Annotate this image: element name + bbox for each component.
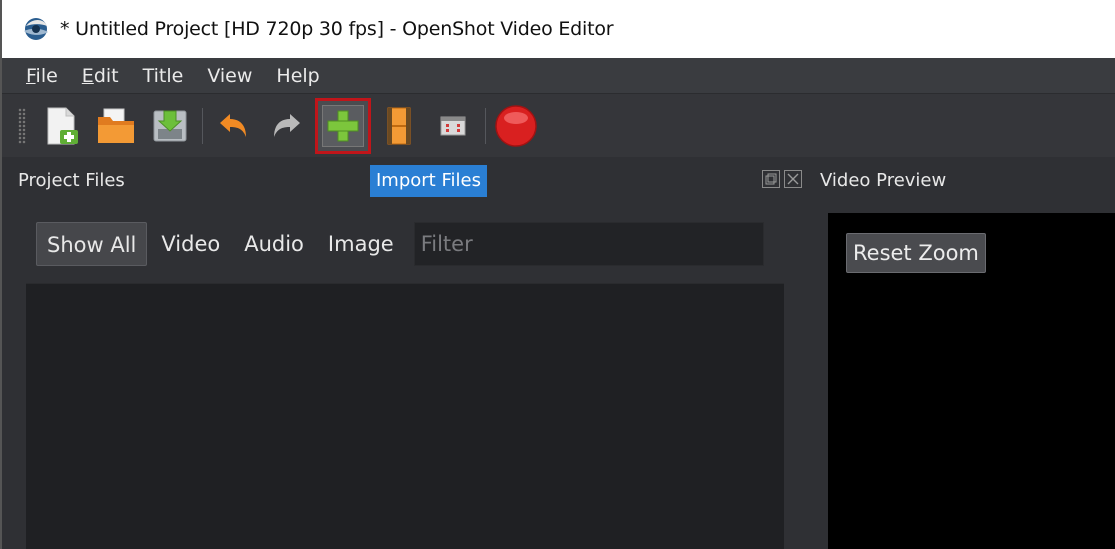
menu-file[interactable]: File [26,65,58,87]
reset-zoom-button[interactable]: Reset Zoom [846,233,986,273]
import-files-button[interactable] [315,97,371,154]
project-files-title: Project Files [18,169,125,191]
float-icon [765,173,777,185]
undo-icon [220,113,246,137]
toolbar-separator [485,107,486,144]
filter-image-button[interactable]: Image [318,222,404,266]
save-project-button[interactable] [148,104,192,148]
fullscreen-button[interactable] [431,104,475,148]
toolbar-separator [202,107,203,144]
window-title: * Untitled Project [HD 720p 30 fps] - Op… [60,18,614,40]
import-files-button-face [322,104,364,147]
float-dock-button[interactable] [762,170,780,188]
openshot-logo-icon [24,18,48,40]
menu-title[interactable]: Title [143,65,184,87]
video-preview-title: Video Preview [820,169,947,191]
record-button[interactable] [494,104,538,148]
import-files-tooltip: Import Files [370,165,487,197]
project-files-dock: Project Files Show All Video Audio Image… [0,157,808,549]
profile-icon [387,107,411,144]
close-dock-button[interactable] [784,170,802,188]
video-preview-header: Video Preview [808,157,1115,203]
file-filter-row: Show All Video Audio Image [36,221,764,267]
close-icon [787,173,799,185]
video-preview-canvas[interactable]: Reset Zoom [828,213,1115,549]
open-project-icon [98,108,134,143]
openshot-window: * Untitled Project [HD 720p 30 fps] - Op… [0,0,1115,549]
open-project-button[interactable] [94,104,138,148]
record-icon [495,104,537,147]
menu-help[interactable]: Help [276,65,319,87]
menu-bar: File Edit Title View Help [0,58,1115,94]
project-files-list[interactable] [26,283,784,549]
choose-profile-button[interactable] [377,104,421,148]
undo-button[interactable] [211,104,255,148]
fullscreen-icon [440,116,466,135]
import-files-icon [327,110,359,141]
redo-icon [274,113,300,137]
save-project-icon [153,110,187,141]
menu-edit[interactable]: Edit [82,65,119,87]
filter-audio-button[interactable]: Audio [234,222,314,266]
filter-video-button[interactable]: Video [151,222,230,266]
title-bar: * Untitled Project [HD 720p 30 fps] - Op… [0,0,1115,58]
filter-show-all-button[interactable]: Show All [36,222,148,266]
main-toolbar [0,94,1115,157]
window-frame-edge [0,0,2,549]
filter-input[interactable] [413,222,764,266]
redo-button[interactable] [265,104,309,148]
menu-view[interactable]: View [207,65,252,87]
new-project-icon [47,107,78,144]
video-preview-dock: Video Preview Reset Zoom [808,157,1115,549]
toolbar-grip-handle[interactable] [18,107,26,144]
new-project-button[interactable] [40,104,84,148]
dock-buttons [762,170,802,188]
